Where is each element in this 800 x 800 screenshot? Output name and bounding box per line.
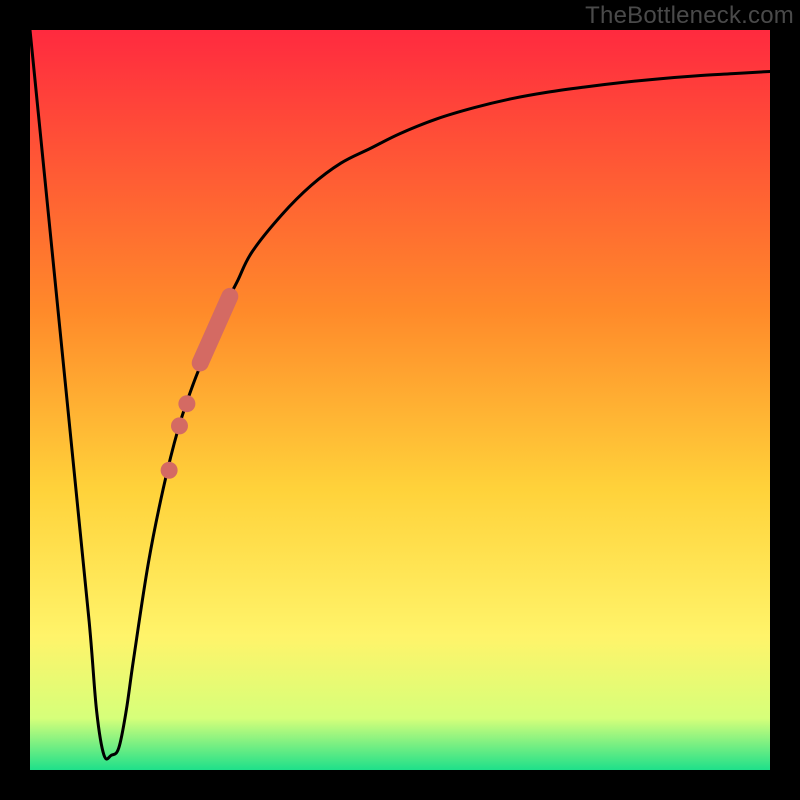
highlight-dot — [161, 462, 178, 479]
highlight-dot — [178, 395, 195, 412]
watermark-text: TheBottleneck.com — [585, 2, 794, 30]
chart-frame: TheBottleneck.com — [0, 0, 800, 800]
plot-area — [30, 30, 770, 770]
chart-svg — [30, 30, 770, 770]
highlight-dot — [171, 417, 188, 434]
gradient-background — [30, 30, 770, 770]
